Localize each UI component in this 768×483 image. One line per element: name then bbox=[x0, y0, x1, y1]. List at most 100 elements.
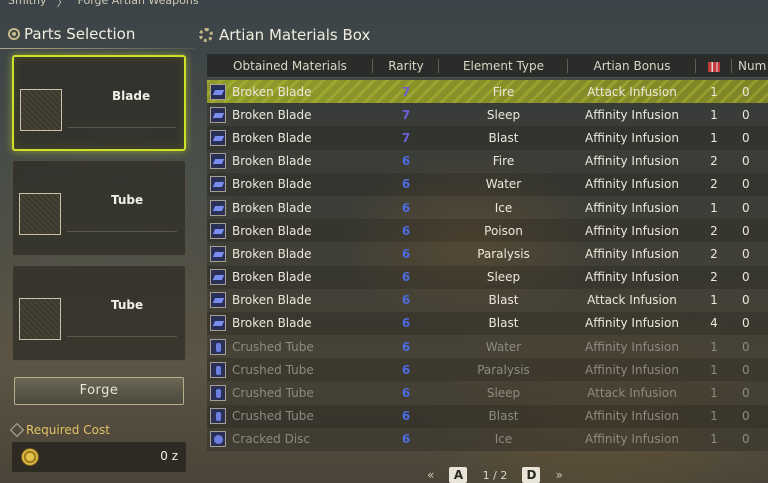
material-bonus: Attack Infusion bbox=[587, 84, 677, 99]
table-row[interactable]: Broken Blade 6 Blast Affinity Infusion 4 0 bbox=[207, 311, 768, 336]
table-row[interactable]: Broken Blade 6 Poison Affinity Infusion 2 0 bbox=[207, 219, 768, 243]
title-divider bbox=[0, 48, 195, 49]
part-slot-tube-1[interactable]: Tube bbox=[12, 160, 186, 256]
part-slot-tube-2[interactable]: Tube bbox=[12, 265, 186, 361]
materials-box-label: Artian Materials Box bbox=[219, 26, 371, 44]
material-rarity: 6 bbox=[401, 270, 411, 285]
material-name: Broken Blade bbox=[232, 130, 312, 145]
material-name: Crushed Tube bbox=[232, 362, 314, 377]
material-element: Blast bbox=[488, 130, 519, 145]
material-element: Sleep bbox=[486, 107, 521, 122]
material-name: Crushed Tube bbox=[232, 386, 314, 401]
material-element: Sleep bbox=[486, 386, 521, 401]
table-row[interactable]: Broken Blade 7 Blast Affinity Infusion 1 0 bbox=[207, 126, 768, 150]
material-rarity: 6 bbox=[401, 293, 411, 308]
table-row[interactable]: Crushed Tube 6 Water Affinity Infusion 1 0 bbox=[207, 335, 768, 359]
material-bonus: Affinity Infusion bbox=[585, 409, 679, 424]
material-name: Crushed Tube bbox=[232, 409, 314, 424]
blade-material-icon bbox=[210, 83, 226, 100]
tube-material-icon bbox=[210, 361, 226, 378]
blade-material-icon bbox=[210, 129, 226, 146]
cost-value: 0 z bbox=[160, 449, 178, 463]
header-rarity[interactable]: Rarity bbox=[373, 54, 439, 77]
material-owned-count: 1 bbox=[710, 293, 718, 308]
required-cost-text: Required Cost bbox=[26, 423, 110, 437]
next-page-arrow-icon[interactable]: » bbox=[556, 468, 563, 482]
material-bonus: Affinity Infusion bbox=[585, 130, 679, 145]
prev-page-key[interactable]: A bbox=[449, 467, 468, 483]
material-name: Broken Blade bbox=[232, 270, 312, 285]
material-rarity: 6 bbox=[401, 362, 411, 377]
owned-count-icon bbox=[708, 61, 720, 72]
material-rarity: 6 bbox=[401, 316, 411, 331]
table-row[interactable]: Crushed Tube 6 Sleep Attack Infusion 1 0 bbox=[207, 381, 768, 405]
header-owned-count[interactable] bbox=[696, 54, 732, 77]
material-name: Broken Blade bbox=[232, 177, 312, 192]
material-name: Broken Blade bbox=[232, 154, 312, 169]
material-num: 0 bbox=[742, 107, 750, 122]
blade-material-icon bbox=[210, 222, 226, 239]
table-row[interactable]: Broken Blade 7 Fire Attack Infusion 1 0 bbox=[207, 80, 768, 104]
table-row[interactable]: Broken Blade 6 Blast Attack Infusion 1 0 bbox=[207, 288, 768, 312]
material-rarity: 7 bbox=[401, 107, 411, 122]
part-image-icon bbox=[20, 89, 62, 131]
prev-page-arrow-icon[interactable]: « bbox=[427, 468, 434, 482]
gear-icon bbox=[199, 28, 213, 42]
tube-material-icon bbox=[210, 385, 226, 402]
part-slot-blade[interactable]: Blade bbox=[12, 55, 186, 151]
table-row[interactable]: Broken Blade 6 Paralysis Affinity Infusion 2… bbox=[207, 242, 768, 266]
part-divider bbox=[68, 127, 176, 128]
material-bonus: Affinity Infusion bbox=[585, 223, 679, 238]
blade-material-icon bbox=[210, 269, 226, 286]
material-bonus: Affinity Infusion bbox=[585, 270, 679, 285]
disc-material-icon bbox=[210, 431, 226, 448]
material-name: Broken Blade bbox=[232, 246, 312, 261]
table-row[interactable]: Broken Blade 6 Water Affinity Infusion 2 0 bbox=[207, 172, 768, 196]
material-bonus: Affinity Infusion bbox=[585, 432, 679, 447]
header-element-type[interactable]: Element Type bbox=[439, 54, 568, 77]
material-bonus: Affinity Infusion bbox=[585, 177, 679, 192]
page-indicator: 1 / 2 bbox=[482, 468, 508, 482]
breadcrumb-item: Forge Artian Weapons bbox=[77, 0, 199, 7]
material-element: Sleep bbox=[486, 270, 521, 285]
material-element: Ice bbox=[494, 200, 513, 215]
material-name: Crushed Tube bbox=[232, 339, 314, 354]
next-page-key[interactable]: D bbox=[522, 467, 541, 483]
tube-material-icon bbox=[210, 408, 226, 425]
material-element: Fire bbox=[492, 84, 515, 99]
table-row[interactable]: Crushed Tube 6 Blast Affinity Infusion 1 0 bbox=[207, 404, 768, 428]
material-name: Broken Blade bbox=[232, 293, 312, 308]
material-owned-count: 1 bbox=[710, 362, 718, 377]
table-row[interactable]: Cracked Disc 6 Ice Affinity Infusion 1 0 bbox=[207, 427, 768, 451]
header-num[interactable]: Num bbox=[732, 54, 768, 77]
material-element: Fire bbox=[492, 154, 515, 169]
material-rarity: 6 bbox=[401, 339, 411, 354]
table-row[interactable]: Broken Blade 7 Sleep Affinity Infusion 1 0 bbox=[207, 103, 768, 127]
part-image-icon bbox=[19, 193, 61, 235]
material-num: 0 bbox=[742, 386, 750, 401]
material-element: Water bbox=[485, 177, 522, 192]
material-rarity: 6 bbox=[401, 246, 411, 261]
header-obtained-materials[interactable]: Obtained Materials bbox=[207, 54, 373, 77]
cost-gear-icon bbox=[9, 422, 25, 438]
table-row[interactable]: Broken Blade 6 Ice Affinity Infusion 1 0 bbox=[207, 195, 768, 220]
header-artian-bonus[interactable]: Artian Bonus bbox=[568, 54, 696, 77]
material-rarity: 6 bbox=[401, 200, 411, 215]
table-row[interactable]: Crushed Tube 6 Paralysis Affinity Infusion 1… bbox=[207, 358, 768, 382]
forge-button[interactable]: Forge bbox=[14, 377, 184, 405]
table-row[interactable]: Broken Blade 6 Sleep Affinity Infusion 2 0 bbox=[207, 265, 768, 289]
material-num: 0 bbox=[742, 223, 750, 238]
material-rarity: 6 bbox=[401, 154, 411, 169]
breadcrumb-item: Smithy bbox=[8, 0, 47, 7]
material-owned-count: 2 bbox=[710, 154, 718, 169]
table-row[interactable]: Broken Blade 6 Fire Affinity Infusion 2 0 bbox=[207, 149, 768, 173]
material-element: Poison bbox=[484, 223, 523, 238]
blade-material-icon bbox=[210, 245, 226, 262]
blade-material-icon bbox=[210, 315, 226, 332]
material-owned-count: 1 bbox=[710, 386, 718, 401]
material-element: Blast bbox=[488, 316, 519, 331]
materials-list: Broken Blade 7 Fire Attack Infusion 1 0 Broken… bbox=[207, 80, 768, 451]
material-owned-count: 4 bbox=[710, 316, 718, 331]
breadcrumb-separator: 〉 bbox=[56, 0, 68, 9]
parts-selection-label: Parts Selection bbox=[24, 25, 136, 43]
